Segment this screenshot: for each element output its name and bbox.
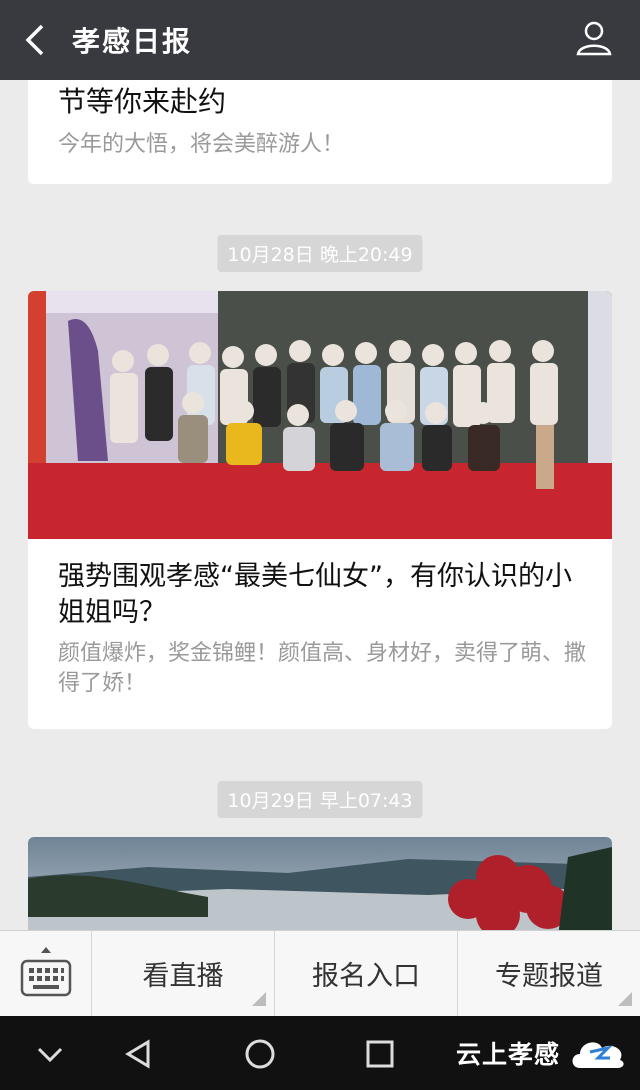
- home-circle-icon[interactable]: [242, 1036, 278, 1072]
- article-card[interactable]: [28, 837, 612, 930]
- keyboard-icon: [20, 947, 72, 997]
- keyboard-toggle-button[interactable]: [0, 931, 92, 1017]
- menu-item-signup[interactable]: 报名入口: [275, 931, 458, 1016]
- back-triangle-icon[interactable]: [120, 1036, 156, 1072]
- menu-item-live[interactable]: 看直播: [92, 931, 275, 1016]
- chevron-down-icon[interactable]: [32, 1036, 68, 1072]
- article-headline: 强势围观孝感“最美七仙女”，有你认识的小姐姐吗？: [58, 561, 572, 628]
- custom-menu-bar: 看直播 报名入口 专题报道: [0, 930, 640, 1017]
- menu-item-special-report[interactable]: 专题报道: [458, 931, 640, 1016]
- message-feed[interactable]: 节等你来赴约 今年的大悟，将会美醉游人！ 10月28日 晚上20:49 强势围观…: [0, 80, 640, 930]
- menu-item-label: 看直播: [142, 961, 224, 992]
- submenu-indicator-icon: [618, 992, 632, 1006]
- system-nav-bar: 云上孝感: [0, 1016, 640, 1090]
- timestamp-badge: 10月28日 晚上20:49: [217, 235, 423, 272]
- top-bar: 孝感日报: [0, 0, 640, 80]
- page-title: 孝感日报: [72, 25, 193, 58]
- cloud-logo-icon: [572, 1042, 624, 1068]
- article-card[interactable]: 节等你来赴约 今年的大悟，将会美醉游人！: [28, 80, 612, 184]
- person-icon[interactable]: [574, 18, 614, 58]
- landscape-photo-image: [28, 837, 612, 930]
- article-card[interactable]: 强势围观孝感“最美七仙女”，有你认识的小姐姐吗？ 颜值爆炸，奖金锦鲤！颜值高、身…: [28, 291, 612, 729]
- menu-item-label: 专题报道: [495, 961, 603, 992]
- brand-watermark: 云上孝感: [456, 1034, 628, 1072]
- brand-name: 云上孝感: [455, 1040, 560, 1069]
- recents-square-icon[interactable]: [362, 1036, 398, 1072]
- menu-item-label: 报名入口: [312, 961, 420, 992]
- group-photo-image: [28, 291, 612, 539]
- submenu-indicator-icon: [252, 992, 266, 1006]
- article-description: 今年的大悟，将会美醉游人！: [58, 132, 345, 157]
- article-headline: 节等你来赴约: [58, 85, 227, 118]
- timestamp-badge: 10月29日 早上07:43: [217, 781, 423, 818]
- back-arrow-icon[interactable]: [18, 22, 54, 58]
- article-description: 颜值爆炸，奖金锦鲤！颜值高、身材好，卖得了萌、撒得了娇！: [58, 641, 587, 696]
